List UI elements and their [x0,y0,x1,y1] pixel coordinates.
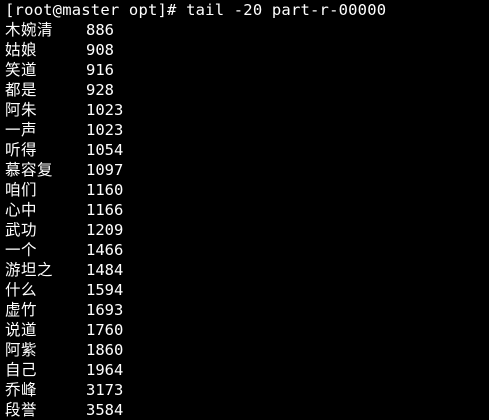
output-word: 一声 [5,121,38,139]
output-word: 阿紫 [5,341,38,359]
output-count: 1693 [86,301,124,319]
output-row: 什么 1594 [5,280,489,300]
output-row: 武功 1209 [5,220,489,240]
output-word: 段誉 [5,401,38,419]
terminal-window[interactable]: [root@master opt]# tail -20 part-r-00000… [0,0,489,420]
output-word: 什么 [5,281,38,299]
output-word: 姑娘 [5,41,38,59]
output-count: 1964 [86,361,124,379]
output-count: 1484 [86,261,124,279]
output-word: 武功 [5,221,38,239]
output-word: 游坦之 [5,261,54,279]
output-list: 木婉清 886 姑娘 908 笑道 916 都是 928 阿朱 1023 一声 1023 听得 1054 慕… [5,20,489,420]
output-count: 1760 [86,321,124,339]
output-count: 908 [86,41,114,59]
output-row: 乔峰 3173 [5,380,489,400]
output-row: 咱们 1160 [5,180,489,200]
output-count: 1594 [86,281,124,299]
output-row: 木婉清 886 [5,20,489,40]
output-count: 1466 [86,241,124,259]
output-row: 一声 1023 [5,120,489,140]
output-word: 虚竹 [5,301,38,319]
output-word: 乔峰 [5,381,38,399]
output-count: 1166 [86,201,124,219]
output-row: 笑道 916 [5,60,489,80]
output-count: 3173 [86,381,124,399]
output-count: 1054 [86,141,124,159]
output-count: 928 [86,81,114,99]
output-word: 听得 [5,141,38,159]
output-word: 说道 [5,321,38,339]
command-prompt-line: [root@master opt]# tail -20 part-r-00000 [5,0,489,20]
output-word: 一个 [5,241,38,259]
output-count: 1860 [86,341,124,359]
output-row: 阿紫 1860 [5,340,489,360]
output-row: 虚竹 1693 [5,300,489,320]
command-text: [root@master opt]# tail -20 part-r-00000 [5,1,387,19]
output-count: 1097 [86,161,124,179]
output-word: 咱们 [5,181,38,199]
output-row: 阿朱 1023 [5,100,489,120]
output-word: 都是 [5,81,38,99]
output-count: 1023 [86,121,124,139]
output-row: 慕容复 1097 [5,160,489,180]
output-word: 自己 [5,361,38,379]
output-row: 游坦之 1484 [5,260,489,280]
output-word: 木婉清 [5,21,54,39]
output-word: 阿朱 [5,101,38,119]
output-count: 3584 [86,401,124,419]
output-row: 自己 1964 [5,360,489,380]
output-row: 心中 1166 [5,200,489,220]
output-count: 886 [86,21,114,39]
output-row: 说道 1760 [5,320,489,340]
output-row: 段誉 3584 [5,400,489,420]
output-row: 姑娘 908 [5,40,489,60]
output-count: 1209 [86,221,124,239]
output-count: 1023 [86,101,124,119]
output-count: 1160 [86,181,124,199]
output-row: 一个 1466 [5,240,489,260]
output-word: 慕容复 [5,161,54,179]
output-word: 心中 [5,201,38,219]
output-row: 都是 928 [5,80,489,100]
output-count: 916 [86,61,114,79]
output-row: 听得 1054 [5,140,489,160]
output-word: 笑道 [5,61,38,79]
